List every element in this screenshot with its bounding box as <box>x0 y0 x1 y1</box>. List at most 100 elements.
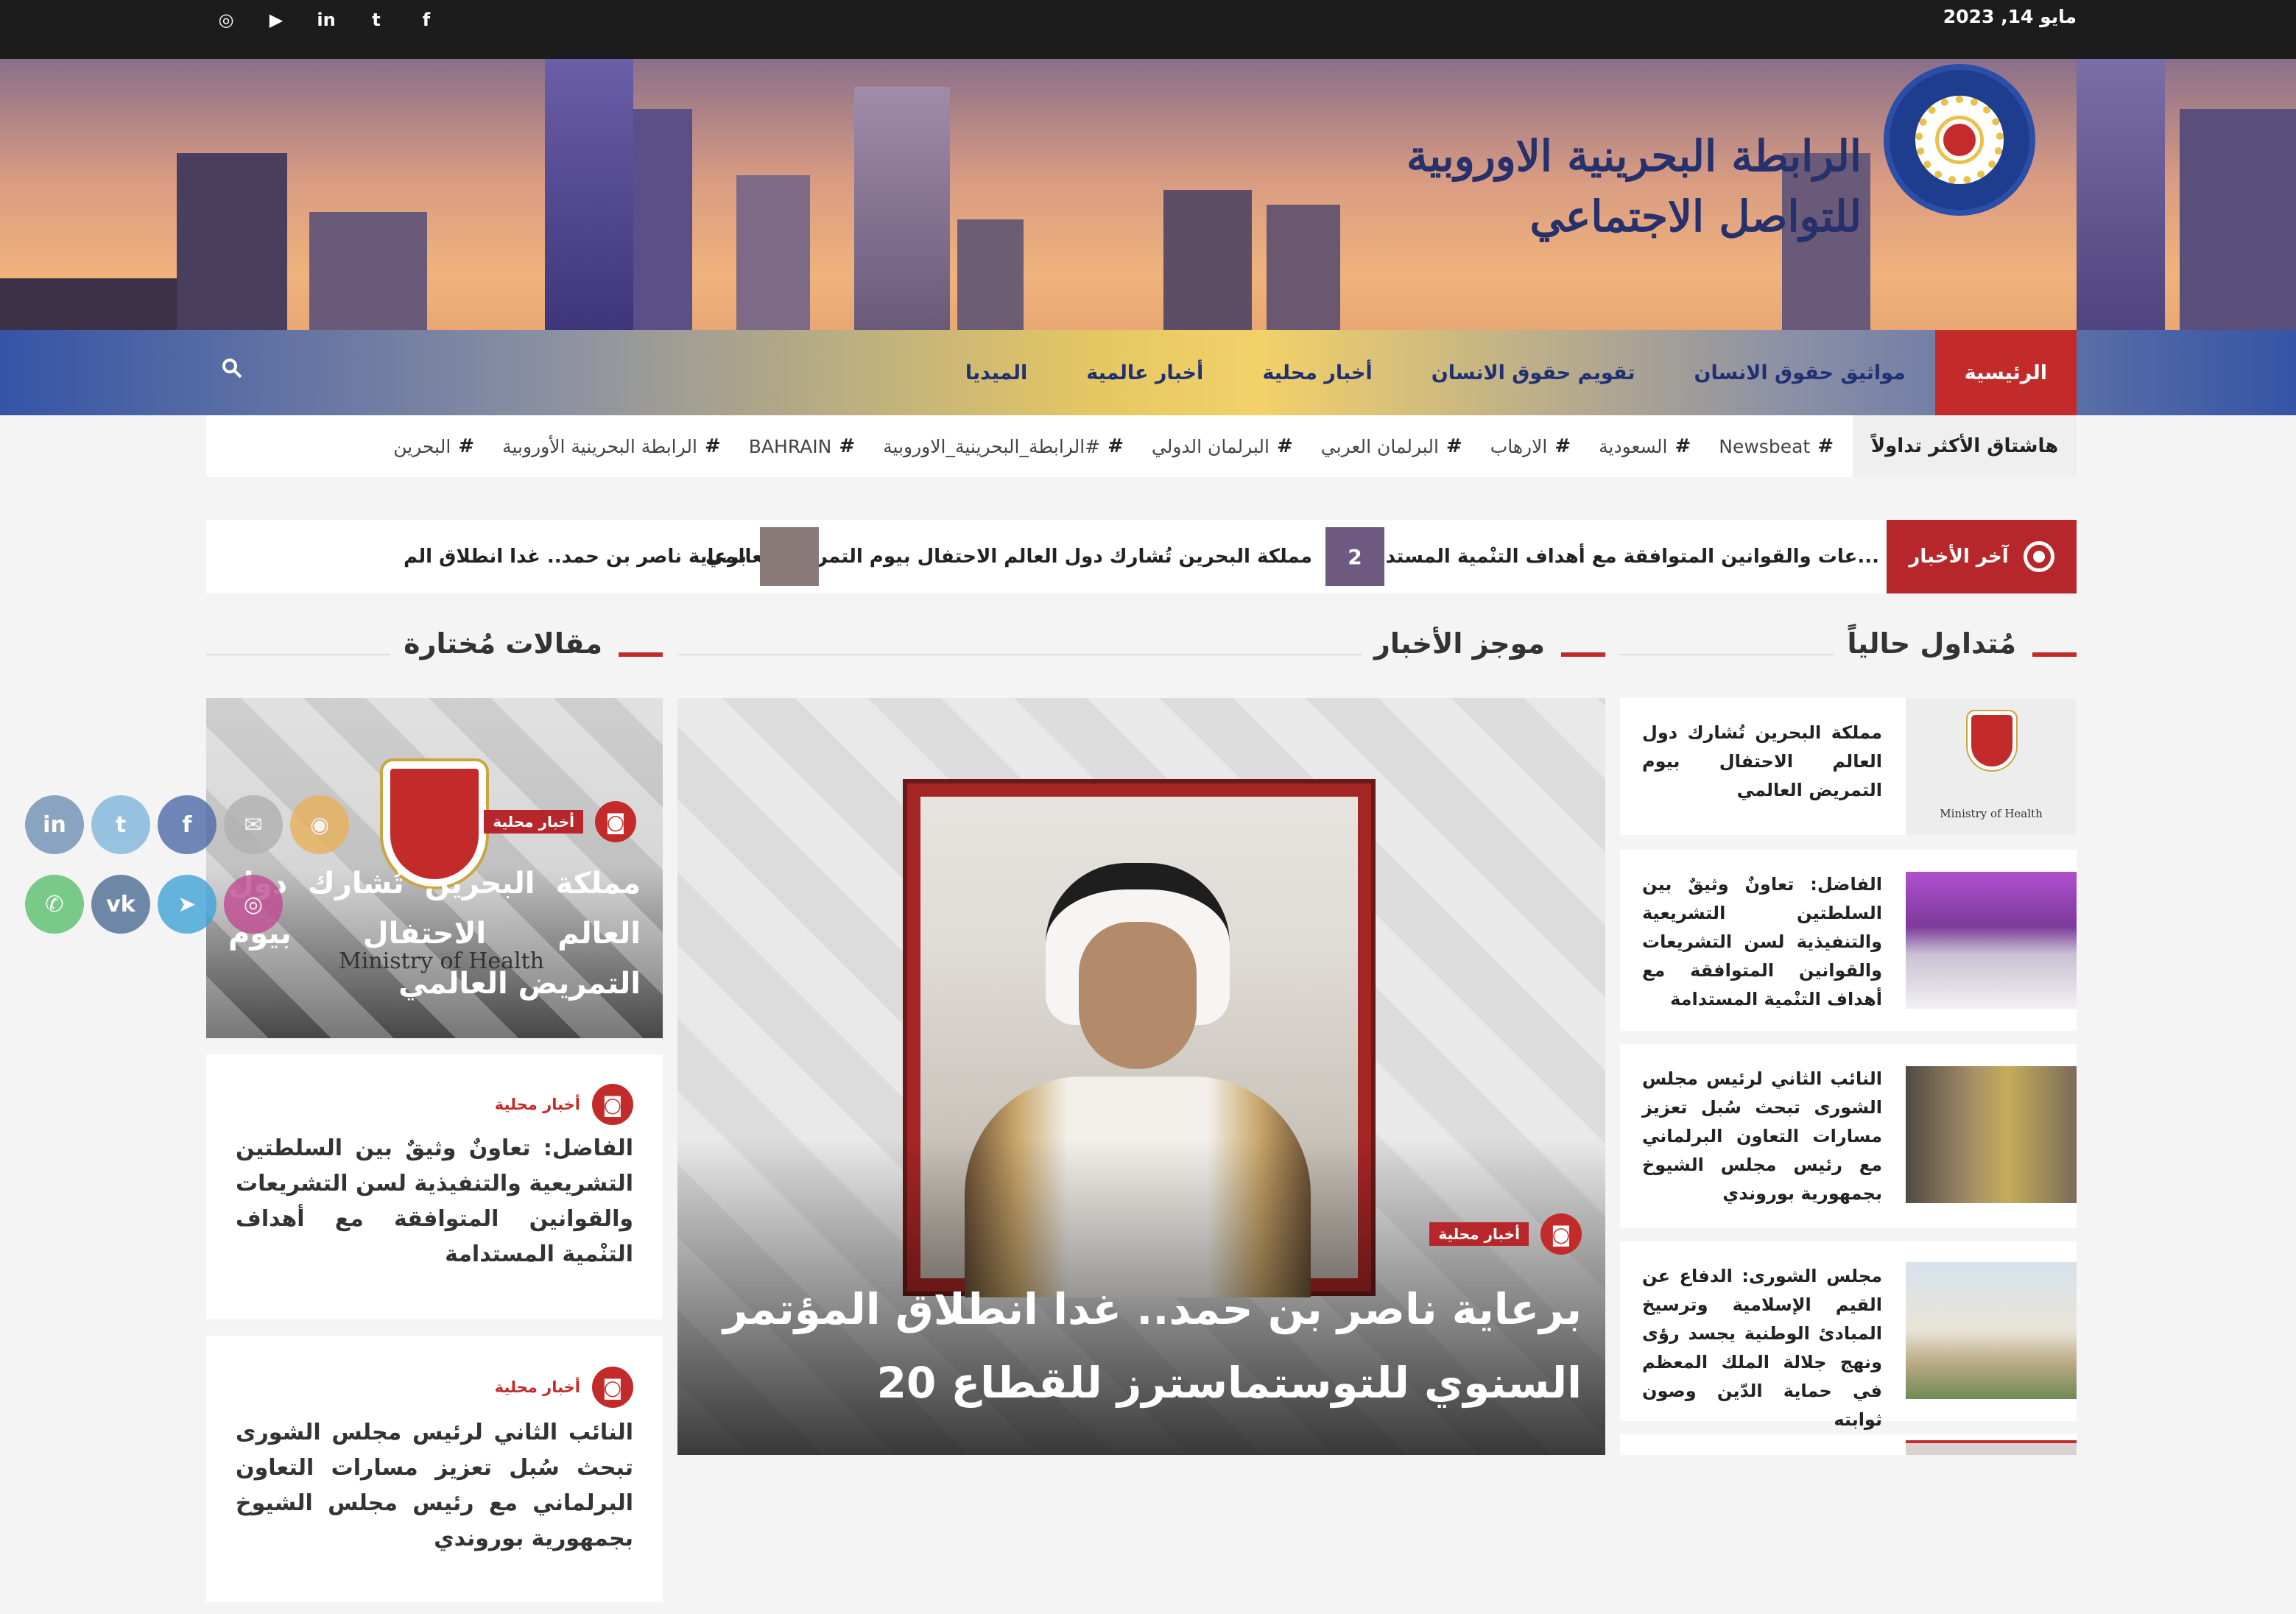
story-meta: أخبار محلية ◙ <box>484 801 636 842</box>
section-divider <box>206 654 390 655</box>
thumbnail-caption: Ministry of Health <box>1940 807 2043 820</box>
page: ◎ ▶ in t f مايو 14, 2023 الرابطة البحرين… <box>0 0 2296 1614</box>
trending-item[interactable]: Ministry of Health مملكة البحرين تُشارك … <box>1620 698 2077 835</box>
hashtag-label: البرلمان الدولي <box>1151 435 1270 457</box>
section-accent-bar <box>2032 652 2077 657</box>
story-title[interactable]: برعاية ناصر بن حمد.. غدا انطلاق المؤتمر … <box>698 1272 1582 1420</box>
trending-thumbnail <box>1906 1262 2077 1399</box>
skyline-building <box>545 59 633 330</box>
hashtag-label: BAHRAIN <box>748 435 832 457</box>
main-navigation: الرئيسية مواثيق حقوق الانسان تقويم حقوق … <box>0 330 2296 415</box>
category-label[interactable]: أخبار محلية <box>495 1378 580 1396</box>
section-accent-bar <box>619 652 663 657</box>
hashtag-link[interactable]: # الارهاب <box>1490 435 1571 457</box>
featured-article[interactable]: أخبار محلية ◙ الفاضل: تعاونٌ وثيقٌ بين ا… <box>206 1054 663 1319</box>
email-share-icon[interactable]: ✉ <box>224 795 283 854</box>
trending-item[interactable]: الفاضل: تعاونٌ وثيقٌ بين السلطتين التشري… <box>1620 850 2077 1031</box>
section-divider <box>1620 654 1834 655</box>
category-label[interactable]: أخبار محلية <box>495 1096 580 1113</box>
trending-item[interactable]: النائب الثاني لرئيس مجلس الشورى تبحث سُب… <box>1620 1044 2077 1228</box>
hashtag-link[interactable]: # الرابطة البحرينية الأوروبية <box>502 435 721 457</box>
ticker-thumbnail <box>760 527 819 586</box>
section-title: موجز الأخبار <box>1374 627 1545 660</box>
portrait-face <box>1079 922 1197 1069</box>
hashtags-label: هاشتاق الأكثر تداولاً <box>1853 415 2077 477</box>
nav-item-human-rights-calendar[interactable]: تقويم حقوق الانسان <box>1402 330 1665 415</box>
search-icon[interactable] <box>221 356 243 386</box>
story-meta: أخبار محلية ◙ <box>495 1367 633 1408</box>
hashtag-label: Newsbeat <box>1719 435 1811 457</box>
whatsapp-share-icon[interactable]: ✆ <box>25 875 84 934</box>
camera-icon: ◙ <box>592 1084 633 1125</box>
trending-thumbnail <box>1906 1440 2077 1455</box>
breaking-news-ticker: آخر الأخبار ...عات والقوانين المتوافقة م… <box>206 520 2077 593</box>
ticker-item[interactable]: برعاية ناصر بن حمد.. غدا انطلاق الم <box>404 520 819 593</box>
hashtag-link[interactable]: # #الرابطة_البحرينية_الاوروبية <box>883 435 1124 457</box>
youtube-icon[interactable]: ▶ <box>264 7 289 32</box>
ticker-label: آخر الأخبار <box>1887 520 2077 593</box>
trending-title: النائب الثاني لرئيس مجلس الشورى تبحث سُب… <box>1642 1068 1882 1204</box>
hashtag-link[interactable]: # Newsbeat <box>1719 435 1834 457</box>
hash-icon: # <box>1554 435 1571 457</box>
hashtag-link[interactable]: # السعودية <box>1599 435 1691 457</box>
linkedin-share-icon[interactable]: in <box>25 795 84 854</box>
featured-title: مملكة البحرين تُشارك دول العالم الاحتفال… <box>228 867 641 1001</box>
category-badge[interactable]: أخبار محلية <box>484 810 583 834</box>
hashtag-link[interactable]: # BAHRAIN <box>749 435 855 457</box>
trending-thumbnail: Ministry of Health <box>1906 698 2077 835</box>
instagram-icon[interactable]: ◎ <box>214 7 239 32</box>
main-story[interactable]: أخبار محلية ◙ برعاية ناصر بن حمد.. غدا ا… <box>677 698 1605 1455</box>
hashtag-label: البحرين <box>393 435 451 457</box>
facebook-share-icon[interactable]: f <box>158 795 216 854</box>
trending-title: مجلس الشورى: الدفاع عن القيم الإسلامية و… <box>1642 1266 1882 1430</box>
camera-icon: ◙ <box>595 801 636 842</box>
skyline-building <box>1163 190 1252 330</box>
featured-article[interactable]: Ministry of Health أخبار محلية ◙ مملكة ا… <box>206 698 663 1038</box>
camera-icon: ◙ <box>592 1367 633 1408</box>
nav-item-local-news[interactable]: أخبار محلية <box>1233 330 1401 415</box>
rss-share-icon[interactable]: ◉ <box>290 795 349 854</box>
skyline-building <box>2077 59 2165 330</box>
section-header-featured: مقالات مُختارة <box>206 627 663 679</box>
skyline-building <box>633 109 692 330</box>
facebook-icon[interactable]: f <box>414 7 439 32</box>
skyline-building <box>957 219 1024 330</box>
instagram-share-icon[interactable]: ◎ <box>224 875 283 934</box>
logo-emblem <box>1915 96 2004 184</box>
hashtag-link[interactable]: # البرلمان الدولي <box>1152 435 1293 457</box>
ticker-item-text: ...عات والقوانين المتوافقة مع أهداف التن… <box>1355 546 1879 568</box>
skyline-building <box>2180 109 2296 330</box>
skyline-building <box>0 278 177 330</box>
vk-share-icon[interactable]: vk <box>91 875 150 934</box>
nav-item-home[interactable]: الرئيسية <box>1934 330 2077 415</box>
trending-item[interactable] <box>1620 1434 2077 1455</box>
section-title: مُتداول حالياً <box>1847 627 2016 660</box>
ticker-thumbnail: 2 <box>1325 527 1384 586</box>
nav-item-human-rights-charters[interactable]: مواثيق حقوق الانسان <box>1664 330 1934 415</box>
trending-title: الفاضل: تعاونٌ وثيقٌ بين السلطتين التشري… <box>1642 874 1882 1009</box>
telegram-share-icon[interactable]: ➤ <box>158 875 216 934</box>
nav-item-world-news[interactable]: أخبار عالمية <box>1057 330 1233 415</box>
trending-item[interactable]: مجلس الشورى: الدفاع عن القيم الإسلامية و… <box>1620 1241 2077 1430</box>
hashtag-label: الرابطة البحرينية الأوروبية <box>502 435 697 457</box>
featured-article[interactable]: أخبار محلية ◙ النائب الثاني لرئيس مجلس ا… <box>206 1336 663 1602</box>
skyline-building <box>177 153 287 330</box>
live-indicator-icon <box>2023 541 2054 572</box>
linkedin-icon[interactable]: in <box>314 7 339 32</box>
hashtag-link[interactable]: # البرلمان العربي <box>1321 435 1462 457</box>
twitter-share-icon[interactable]: t <box>91 795 150 854</box>
skyline-building <box>1267 205 1340 330</box>
category-badge[interactable]: أخبار محلية <box>1429 1222 1529 1246</box>
hash-icon: # <box>458 435 475 457</box>
trending-thumbnail <box>1906 872 2077 1009</box>
hashtag-link[interactable]: # البحرين <box>393 435 474 457</box>
hash-icon: # <box>1445 435 1462 457</box>
coat-of-arms-icon <box>1968 711 2016 770</box>
ticker-item[interactable]: ...عات والقوانين المتوافقة مع أهداف التن… <box>1356 520 1879 593</box>
twitter-icon[interactable]: t <box>364 7 389 32</box>
site-logo[interactable] <box>1884 64 2035 216</box>
hash-icon: # <box>1107 435 1124 457</box>
social-links: ◎ ▶ in t f <box>214 7 439 32</box>
hashtag-label: #الرابطة_البحرينية_الاوروبية <box>883 435 1101 457</box>
nav-item-media[interactable]: الميديا <box>936 330 1057 415</box>
